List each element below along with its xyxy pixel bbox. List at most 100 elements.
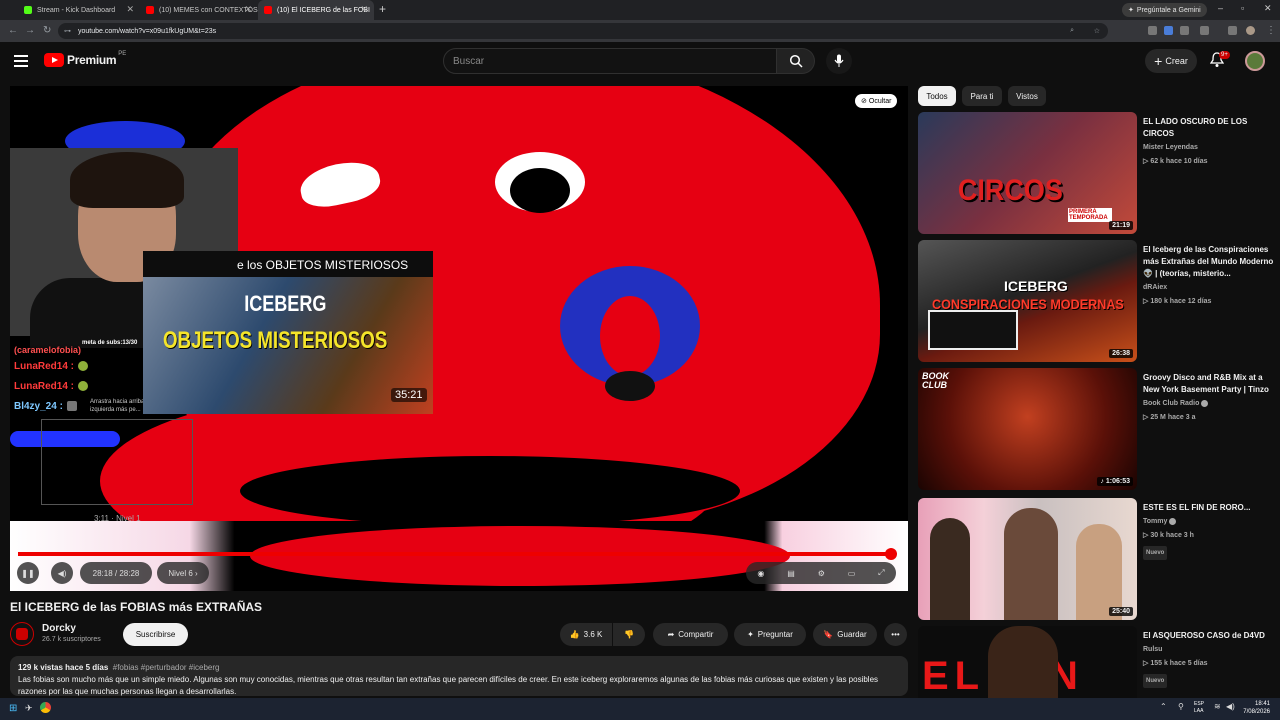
kick-icon <box>24 6 32 14</box>
search-placeholder: Buscar <box>453 55 485 67</box>
extension-icon[interactable] <box>1164 26 1173 35</box>
chip-todos[interactable]: Todos <box>918 86 956 106</box>
hashtags[interactable]: #fobias #perturbador #iceberg <box>113 663 220 672</box>
chat-user: LunaRed14 : <box>14 360 75 372</box>
endscreen-video-card[interactable]: e los OBJETOS MISTERIOSOS ICEBERG OBJETO… <box>143 251 433 414</box>
rec-title: Groovy Disco and R&B Mix at a New York B… <box>1143 373 1269 394</box>
bookmark-star-icon[interactable]: ☆ <box>1094 27 1100 35</box>
recommended-video[interactable]: ICEBERG CONSPIRACIONES MODERNAS 26:38 El… <box>918 240 1280 362</box>
video-thumbnail[interactable]: EL FIN <box>918 626 1137 698</box>
search-input[interactable]: Buscar <box>443 48 777 74</box>
gemini-button[interactable]: ✦ Pregúntale a Gemini <box>1122 3 1207 17</box>
hide-label: Ocultar <box>868 97 892 105</box>
progress-bar[interactable] <box>18 548 900 560</box>
subtitles-icon[interactable]: ▤ <box>787 569 795 578</box>
video-title[interactable]: EL LADO OSCURO DE LOS CIRCOS Mister Leye… <box>1143 116 1275 168</box>
chrome-icon[interactable] <box>40 702 51 713</box>
video-duration: 21:19 <box>1109 221 1133 230</box>
hamburger-menu-icon[interactable] <box>14 55 28 70</box>
system-clock[interactable]: 18:41 7/08/2026 <box>1243 700 1270 716</box>
recommended-video[interactable]: CIRCOS PRIMERA TEMPORADA 21:19 EL LADO O… <box>918 112 1280 234</box>
search-button[interactable] <box>777 48 815 74</box>
tab-memes[interactable]: (10) MEMES con CONTEXTOS ✕ <box>140 0 258 20</box>
autoplay-toggle-icon[interactable]: ◉ <box>757 569 764 578</box>
video-title[interactable]: ESTE ES EL FIN DE RORO... Tommy ▷ 30 k h… <box>1143 502 1275 560</box>
video-frame-shape <box>240 456 740 526</box>
windows-start-icon[interactable]: ⊞ <box>9 703 17 714</box>
recommended-video[interactable]: EL FIN El ASQUEROSO CASO de D4VD Rulsu ▷… <box>918 626 1280 698</box>
channel-avatar[interactable] <box>10 622 34 646</box>
new-tab-button[interactable]: + <box>379 2 386 16</box>
back-icon[interactable]: ← <box>8 25 18 36</box>
gemini-icon: ✦ <box>1128 7 1134 14</box>
share-button[interactable]: ➦ Compartir <box>653 623 728 646</box>
minimize-icon[interactable]: – <box>1218 3 1223 13</box>
pause-button[interactable]: ❚❚ <box>17 562 39 584</box>
subscribe-button[interactable]: Suscribirse <box>123 623 188 646</box>
zoom-icon[interactable]: ⌕ <box>1070 27 1074 35</box>
channel-name[interactable]: Dorcky <box>42 623 76 634</box>
extension-icon[interactable] <box>1180 26 1189 35</box>
speaker-icon[interactable]: ◀) <box>1226 702 1235 711</box>
chip-para-ti[interactable]: Para ti <box>962 86 1002 106</box>
dislike-button[interactable]: 👎 <box>613 623 645 646</box>
volume-button[interactable]: ◀) <box>51 562 73 584</box>
clock-date: 7/08/2026 <box>1243 709 1270 715</box>
forward-icon[interactable]: → <box>25 25 35 36</box>
ask-button[interactable]: ✦ Preguntar <box>734 623 806 646</box>
tray-app-icon[interactable]: ⚲ <box>1178 702 1184 711</box>
tray-chevron-icon[interactable]: ⌃ <box>1160 702 1167 711</box>
video-thumbnail[interactable]: BOOK CLUB ♪ 1:06:53 <box>918 368 1137 490</box>
rec-channel: dRAiex <box>1143 284 1168 291</box>
maximize-icon[interactable]: ▫ <box>1241 3 1244 13</box>
site-info-icon[interactable]: ⊶ <box>64 27 71 35</box>
thumb-text: BOOK CLUB <box>922 371 949 390</box>
sidepanel-icon[interactable] <box>1228 26 1237 35</box>
verified-icon <box>1201 399 1209 407</box>
fullscreen-icon[interactable]: ⤢ <box>878 568 884 578</box>
address-bar[interactable]: ⊶ youtube.com/watch?v=x09u1fkUgUM&t=23s … <box>58 23 1108 39</box>
thumb-subtext: PRIMERA TEMPORADA <box>1068 208 1112 222</box>
close-icon[interactable]: ✕ <box>244 4 252 15</box>
gemini-label: Pregúntale a Gemini <box>1136 6 1201 14</box>
scrub-preview-label: 3:11 · Nivel 1 <box>94 514 141 523</box>
pinned-app-icon[interactable]: ✈ <box>25 703 33 714</box>
chip-vistos[interactable]: Vistos <box>1008 86 1046 106</box>
hide-overlay-button[interactable]: ⊘ Ocultar <box>855 94 898 108</box>
save-button[interactable]: 🔖 Guardar <box>813 623 877 646</box>
like-button[interactable]: 👍 3.6 K <box>560 623 612 646</box>
account-avatar[interactable] <box>1245 51 1265 71</box>
extension-icon[interactable] <box>1148 26 1157 35</box>
close-icon[interactable]: ✕ <box>360 4 368 15</box>
chapter-button[interactable]: Nivel 6 › <box>157 562 209 584</box>
description-box[interactable]: 129 k vistas hace 5 días #fobias #pertur… <box>10 656 908 696</box>
bookmark-icon: 🔖 <box>823 630 834 639</box>
profile-icon[interactable] <box>1246 26 1255 35</box>
youtube-logo[interactable]: Premium PE <box>44 51 126 67</box>
player-right-controls: ◉ ▤ ⚙ ▭ ⤢ <box>746 562 896 584</box>
recommended-video[interactable]: 25:40 ESTE ES EL FIN DE RORO... Tommy ▷ … <box>918 498 1280 620</box>
input-language[interactable]: ESP LAA <box>1194 701 1204 715</box>
video-title[interactable]: El ASQUEROSO CASO de D4VD Rulsu ▷ 155 k … <box>1143 630 1275 688</box>
create-button[interactable]: + Crear <box>1145 49 1197 73</box>
close-window-icon[interactable]: ✕ <box>1264 3 1272 14</box>
extensions-puzzle-icon[interactable] <box>1200 26 1209 35</box>
video-thumbnail[interactable]: ICEBERG CONSPIRACIONES MODERNAS 26:38 <box>918 240 1137 362</box>
kebab-menu-icon[interactable]: ⋮ <box>1266 25 1276 36</box>
wifi-icon[interactable]: ≋ <box>1214 702 1221 711</box>
theater-mode-icon[interactable]: ▭ <box>848 569 856 578</box>
recommended-video[interactable]: BOOK CLUB ♪ 1:06:53 Groovy Disco and R&B… <box>918 368 1280 490</box>
video-title[interactable]: Groovy Disco and R&B Mix at a New York B… <box>1143 372 1275 424</box>
tab-kick-dashboard[interactable]: Stream - Kick Dashboard ✕ <box>18 0 140 20</box>
close-icon[interactable]: ✕ <box>126 4 134 15</box>
settings-gear-icon[interactable]: ⚙ <box>818 569 825 578</box>
video-thumbnail[interactable]: CIRCOS PRIMERA TEMPORADA 21:19 <box>918 112 1137 234</box>
tab-iceberg[interactable]: (10) El ICEBERG de las FOBI ✕ <box>258 0 374 20</box>
video-title[interactable]: El Iceberg de las Conspiraciones más Ext… <box>1143 244 1275 308</box>
reload-icon[interactable]: ↻ <box>43 25 51 36</box>
video-thumbnail[interactable]: 25:40 <box>918 498 1137 620</box>
voice-search-button[interactable] <box>826 48 852 74</box>
video-player[interactable]: ⊘ Ocultar meta de subs:13/30 (caramelofob… <box>10 86 908 591</box>
thumb-image <box>928 310 1018 350</box>
more-actions-button[interactable]: ••• <box>884 623 907 646</box>
